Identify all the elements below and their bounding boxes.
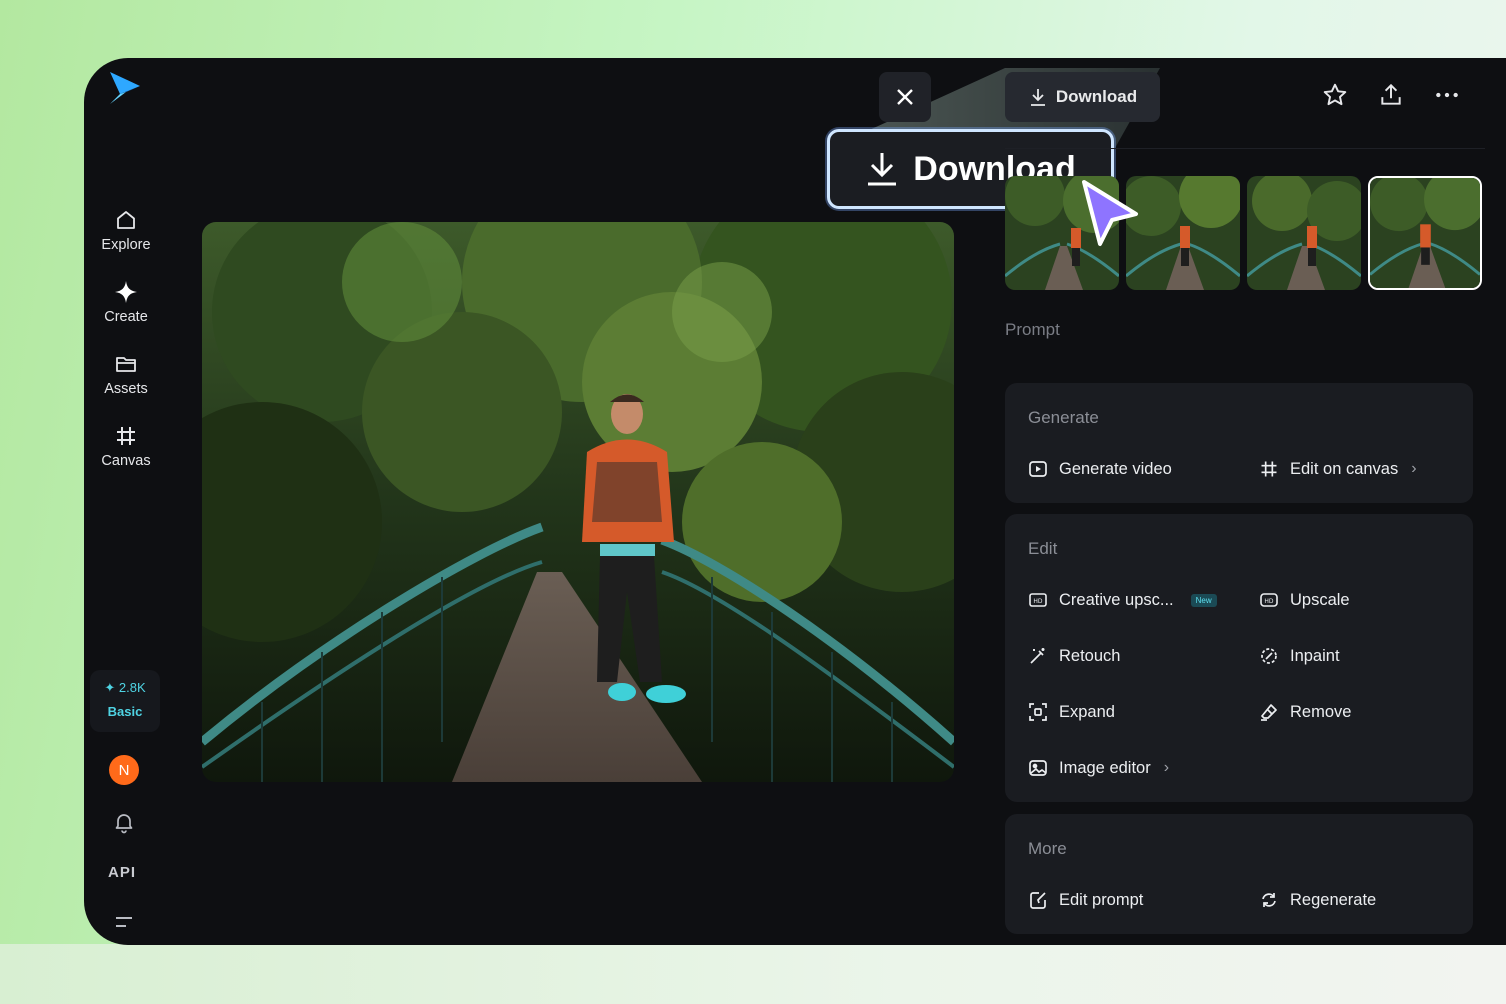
- thumbnail-selected[interactable]: [1368, 176, 1482, 290]
- header-divider: [1005, 148, 1485, 149]
- canvas-icon: [1261, 461, 1277, 477]
- panel-title: More: [1028, 839, 1067, 858]
- star-icon[interactable]: [1322, 82, 1348, 108]
- creative-upscale-button[interactable]: HD Creative upsc... New: [1028, 590, 1217, 610]
- main-image: [202, 222, 954, 782]
- download-icon: [1030, 89, 1045, 106]
- regenerate-button[interactable]: Regenerate: [1259, 890, 1376, 910]
- sidebar-item-label: Assets: [104, 381, 148, 397]
- download-button-label: Download: [1055, 87, 1138, 106]
- avatar[interactable]: N: [109, 755, 139, 785]
- panel-title: Edit: [1028, 539, 1058, 558]
- api-link[interactable]: API: [108, 864, 136, 881]
- prompt-label: Prompt: [1005, 320, 1060, 339]
- image-editor-button[interactable]: Image editor ›: [1028, 758, 1169, 778]
- more-panel: More Edit prompt Regenerate: [1005, 814, 1473, 934]
- credits-badge[interactable]: ✦ 2.8K Basic: [90, 670, 160, 732]
- image-editor-icon: [1029, 760, 1047, 776]
- sparkle-icon: [115, 281, 137, 303]
- folder-icon: [116, 357, 136, 372]
- sidebar-item-canvas[interactable]: Canvas: [92, 424, 160, 469]
- panel-title: Generate: [1028, 408, 1099, 427]
- generate-video-button[interactable]: Generate video: [1028, 459, 1172, 479]
- inpaint-icon: [1261, 648, 1277, 664]
- remove-button[interactable]: Remove: [1259, 702, 1351, 722]
- download-icon: [868, 153, 897, 186]
- new-badge: New: [1190, 593, 1217, 607]
- download-button[interactable]: Download: [1005, 72, 1160, 122]
- svg-text:HD: HD: [1033, 598, 1043, 605]
- magic-wand-icon: [1030, 648, 1045, 664]
- background-band: [0, 944, 1506, 1004]
- expand-button[interactable]: Expand: [1028, 702, 1115, 722]
- thumbnail[interactable]: [1126, 176, 1240, 290]
- edit-prompt-button[interactable]: Edit prompt: [1028, 890, 1143, 910]
- share-icon[interactable]: [1378, 82, 1404, 108]
- svg-text:HD: HD: [1264, 598, 1274, 605]
- app-logo-icon[interactable]: [106, 70, 142, 106]
- play-icon: [1029, 461, 1047, 477]
- credits-amount: ✦ 2.8K: [104, 680, 146, 695]
- menu-icon[interactable]: [114, 915, 134, 931]
- upscale-button[interactable]: HD Upscale: [1259, 590, 1350, 610]
- cursor-pointer-icon: [1082, 180, 1138, 246]
- canvas-icon: [117, 427, 135, 445]
- home-icon: [117, 211, 135, 229]
- sidebar-item-label: Explore: [101, 237, 151, 253]
- eraser-icon: [1261, 704, 1277, 721]
- sidebar-item-label: Canvas: [101, 453, 151, 469]
- retouch-button[interactable]: Retouch: [1028, 646, 1120, 666]
- edit-panel: Edit HD Creative upsc... New HD Upscale …: [1005, 514, 1473, 802]
- refresh-icon: [1262, 893, 1276, 907]
- sidebar-item-create[interactable]: Create: [92, 280, 160, 325]
- generate-panel: Generate Generate video Edit on canvas ›: [1005, 383, 1473, 503]
- creative-upscale-icon: HD: [1029, 593, 1047, 607]
- edit-on-canvas-button[interactable]: Edit on canvas ›: [1259, 459, 1417, 479]
- sidebar-item-explore[interactable]: Explore: [92, 208, 160, 253]
- chevron-right-icon: ›: [1163, 759, 1170, 776]
- plan-label: Basic: [107, 704, 143, 719]
- close-button[interactable]: [879, 72, 931, 122]
- chevron-right-icon: ›: [1411, 460, 1417, 477]
- thumbnail[interactable]: [1247, 176, 1361, 290]
- bell-icon[interactable]: [112, 810, 136, 834]
- sidebar-item-assets[interactable]: Assets: [92, 352, 160, 397]
- inpaint-button[interactable]: Inpaint: [1259, 646, 1340, 666]
- app-window: Explore Create Assets Canvas ✦ 2.8K Basi…: [84, 58, 1506, 945]
- close-icon: [897, 89, 913, 105]
- sidebar-item-label: Create: [104, 309, 148, 325]
- edit-prompt-icon: [1030, 892, 1046, 909]
- expand-icon: [1029, 703, 1047, 721]
- hd-icon: HD: [1260, 593, 1278, 607]
- more-options-icon[interactable]: [1434, 82, 1460, 108]
